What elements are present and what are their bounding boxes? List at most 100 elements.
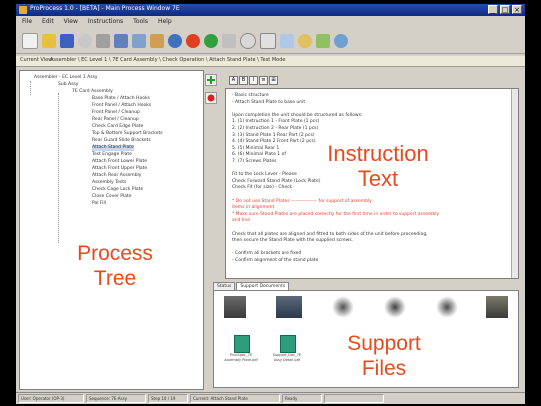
tab-status[interactable]: Status (213, 282, 236, 290)
address-path[interactable]: Assembler \ EC Level 1 \ 7E Card Assembl… (50, 57, 285, 63)
tree-node[interactable]: Sub Assy (58, 82, 78, 88)
close-button[interactable]: × (512, 5, 522, 14)
instruction-line: - Attach Stand Plate to base unit (232, 99, 306, 105)
instruction-line: - Basic structure (232, 93, 269, 98)
menu-instructions[interactable]: Instructions (88, 16, 123, 27)
paste-icon[interactable] (150, 33, 164, 48)
process-tree[interactable]: Assembler - EC Level 1 Assy Sub Assy 7E … (19, 70, 204, 390)
instruction-line: * Do not use Stand Plates --------------… (232, 198, 372, 204)
address-label: Current View: (20, 57, 54, 63)
pause-icon[interactable] (222, 33, 236, 48)
copy-icon[interactable] (132, 33, 146, 48)
status-extra (324, 394, 384, 403)
instruction-line: 5. (5) Minimal Rear 1 (232, 145, 280, 151)
save-icon[interactable] (60, 33, 74, 48)
file-caption: ProcSpec_7E Assembly Plate.pdf (224, 353, 258, 362)
italic-button[interactable]: I (249, 76, 258, 85)
photo-thumbnail[interactable] (224, 296, 246, 318)
tree-node[interactable]: Pal Fill (92, 201, 106, 207)
instruction-text-label-line2: Text (357, 166, 399, 191)
tree-node[interactable]: Front Panel / Cleanup (92, 110, 140, 116)
search-icon[interactable] (78, 33, 92, 48)
status-user: User: Operator (OP-3) (18, 394, 84, 403)
document-file-icon[interactable] (234, 335, 250, 353)
process-tree-label: Process Tree (40, 241, 190, 291)
menu-tools[interactable]: Tools (133, 16, 148, 27)
tree-node[interactable]: Test Engage Plate (92, 152, 132, 158)
photo-thumbnail[interactable] (384, 296, 406, 318)
tree-node[interactable]: Front Panel / Attach Hooks (92, 103, 151, 109)
cut-icon[interactable] (114, 33, 128, 48)
file-caption: Support_Doc_7E Assy Detail.pdf (272, 353, 302, 362)
tree-node[interactable]: Top & Bottom Support Brackets (92, 131, 163, 137)
stop-step-button[interactable] (205, 92, 217, 104)
export-icon[interactable] (316, 33, 330, 48)
zoom-icon[interactable] (240, 32, 256, 49)
new-icon[interactable] (22, 32, 38, 49)
window-title: ProProcess 1.0 - [BETA] - Main Process W… (30, 5, 180, 12)
menu-help[interactable]: Help (158, 16, 172, 27)
undo-icon[interactable] (168, 33, 182, 48)
instruction-line: - Confirm alignment of the stand plate (232, 258, 319, 263)
tree-node[interactable]: Rear Guard Slide Brackets (92, 138, 151, 144)
play-icon[interactable] (204, 33, 218, 48)
vertical-scrollbar[interactable] (511, 89, 518, 278)
status-bar: User: Operator (OP-3) Sequence: 7E-Assy … (16, 392, 525, 404)
instruction-toolbar: A B I ≡ ⊞ (229, 76, 278, 86)
tree-node[interactable]: Assembler - EC Level 1 Assy (34, 75, 98, 81)
tree-node[interactable]: Base Plate / Attach Hooks (92, 96, 150, 102)
instruction-line: 7. (7) Screws Plates (232, 159, 277, 164)
settings-icon[interactable] (280, 33, 294, 48)
tree-node[interactable]: Attach Front Upper Plate (92, 166, 147, 172)
print-icon[interactable] (96, 33, 110, 48)
support-files-panel[interactable]: ProcSpec_7E Assembly Plate.pdf Support_D… (213, 290, 519, 388)
process-tree-label-line1: Process (77, 242, 153, 265)
photo-thumbnail[interactable] (332, 296, 354, 318)
next-step-button[interactable] (205, 74, 217, 86)
address-bar: Current View: Assembler \ EC Level 1 \ 7… (16, 56, 525, 67)
instruction-text-panel[interactable]: - Confirm alignment of the stand plate - … (225, 88, 519, 279)
support-tabs: Status Support Documents (213, 282, 290, 290)
stop-icon (207, 94, 215, 102)
app-icon (19, 6, 27, 14)
tree-node[interactable]: 7E Card Assembly (72, 89, 113, 95)
maximize-button[interactable]: □ (500, 5, 510, 14)
document-file-icon[interactable] (280, 335, 296, 353)
menu-file[interactable]: File (22, 16, 32, 27)
instruction-line: 1. (1) Instruction 1 - Front Plate (1 pc… (232, 119, 320, 125)
support-files-label: Support Files (324, 331, 444, 381)
tree-node[interactable]: Close Cover Plate (92, 194, 132, 200)
stop-icon[interactable] (186, 33, 200, 48)
tree-node-selected[interactable]: Attach Stand Plate (92, 145, 134, 151)
tree-node[interactable]: Attach Front Lower Plate (92, 159, 147, 165)
globe-icon[interactable] (334, 33, 348, 48)
menu-view[interactable]: View (64, 16, 78, 27)
open-folder-icon[interactable] (42, 33, 56, 48)
help-icon[interactable] (260, 32, 276, 49)
toolbar (16, 28, 525, 54)
photo-thumbnail[interactable] (436, 296, 458, 318)
window-controls: _ □ × (488, 5, 522, 14)
status-ready: Ready (282, 394, 322, 403)
align-button[interactable]: ≡ (259, 76, 268, 85)
status-sequence: Sequence: 7E-Assy (86, 394, 146, 403)
bold-button[interactable]: B (239, 76, 248, 85)
font-button[interactable]: A (229, 76, 238, 85)
title-bar[interactable]: ProProcess 1.0 - [BETA] - Main Process W… (16, 4, 525, 16)
refresh-icon[interactable] (298, 33, 312, 48)
menu-edit[interactable]: Edit (42, 16, 54, 27)
instruction-line: * Make sure Stand Plates are placed corr… (232, 211, 440, 217)
instruction-line: items in alignment (232, 205, 275, 211)
photo-thumbnail[interactable] (486, 296, 508, 318)
tab-support-documents[interactable]: Support Documents (236, 282, 290, 290)
table-button[interactable]: ⊞ (269, 76, 278, 85)
instruction-line: 2. (2) Instruction 2 - Rear Plate (1 pcs… (232, 126, 319, 131)
tree-node[interactable]: Rear Panel / Cleanup (92, 117, 139, 123)
tree-node[interactable]: Attach Rear Assembly (92, 173, 141, 179)
tree-node[interactable]: Check Card Edge Plate (92, 124, 143, 130)
instruction-text-label-line1: Instruction (327, 141, 429, 166)
minimize-button[interactable]: _ (488, 5, 498, 14)
tree-node[interactable]: Check Cage Lock Plate (92, 187, 143, 193)
photo-thumbnail[interactable] (276, 296, 302, 318)
tree-node[interactable]: Assembly Tests (92, 180, 126, 186)
